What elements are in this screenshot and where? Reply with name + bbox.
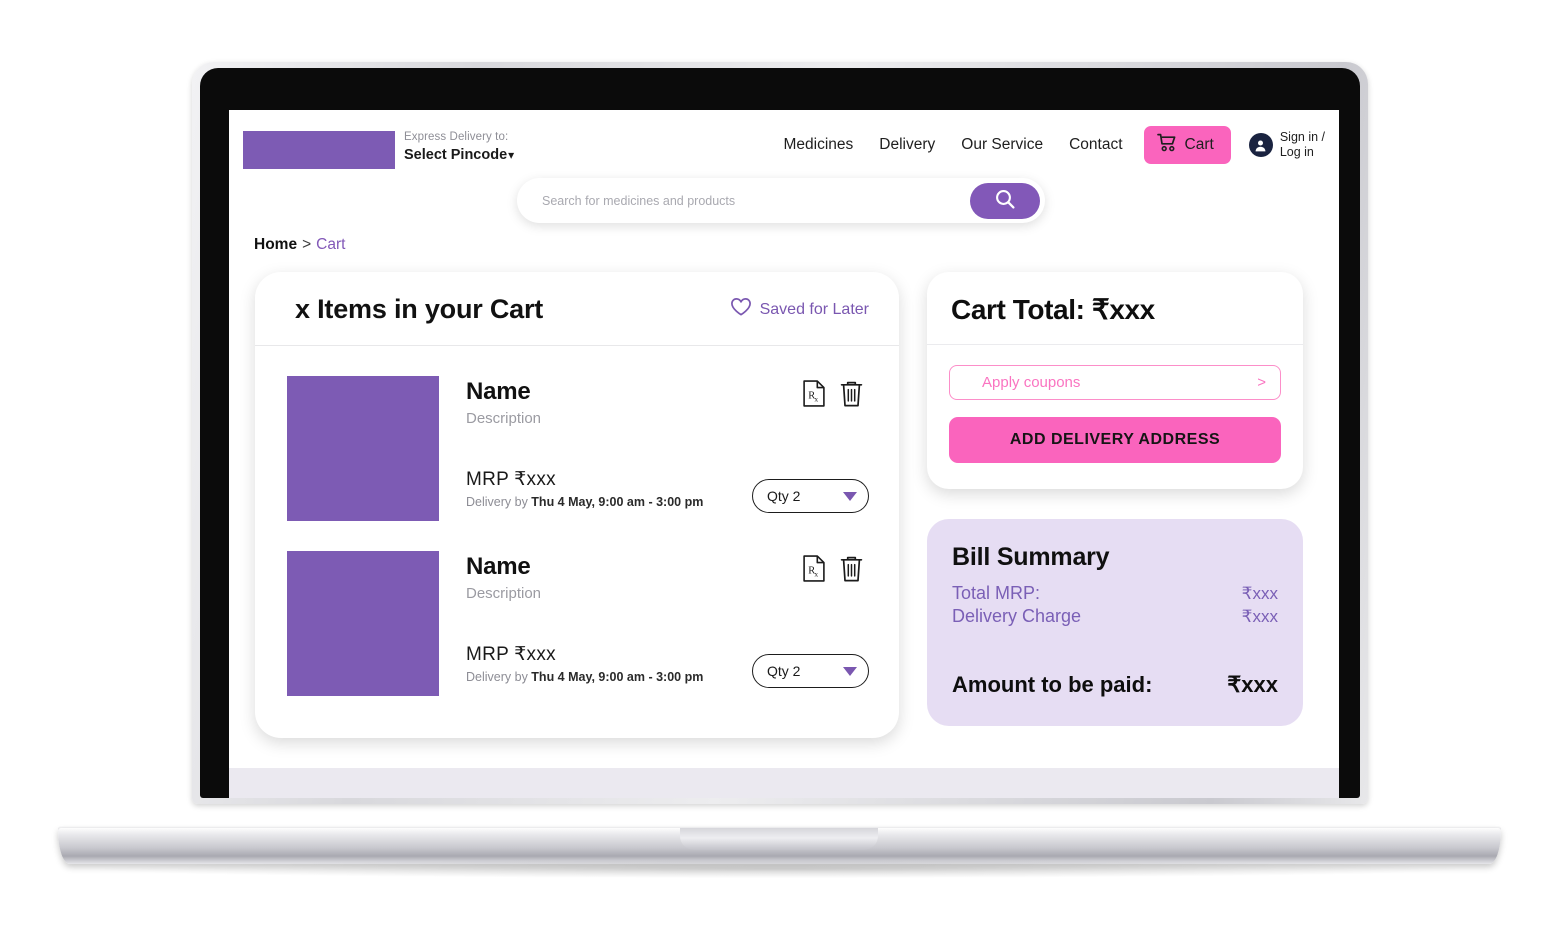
cart-item-price-block: MRP ₹xxx Delivery by Thu 4 May, 9:00 am -… [466, 468, 703, 509]
cart-items-card: x Items in your Cart Saved for Later Nam… [255, 272, 899, 738]
search-submit-button[interactable] [970, 182, 1040, 219]
product-thumbnail[interactable] [287, 551, 439, 696]
product-mrp: MRP ₹xxx [466, 468, 703, 491]
product-thumbnail[interactable] [287, 376, 439, 521]
delivery-prefix: Delivery by [466, 670, 532, 684]
cart-button[interactable]: Cart [1143, 126, 1231, 164]
nav-item-contact[interactable]: Contact [1056, 136, 1135, 154]
prescription-rx-icon[interactable]: R x [803, 380, 825, 412]
page-footer-strip [229, 768, 1339, 798]
cart-total-body: Apply coupons > ADD DELIVERY ADDRESS [927, 345, 1303, 489]
quantity-value: Qty 2 [767, 663, 801, 679]
nav-item-delivery[interactable]: Delivery [866, 136, 948, 154]
delivery-date: Thu 4 May, 9:00 am - 3:00 pm [531, 495, 704, 509]
sign-in-line-2: Log in [1279, 145, 1314, 159]
cart-button-label: Cart [1184, 136, 1214, 153]
bill-row-amount: ₹xxx [1241, 607, 1278, 626]
laptop-base-notch [680, 828, 878, 850]
chevron-down-icon [843, 666, 857, 676]
heart-icon [730, 297, 752, 322]
nav-item-medicines[interactable]: Medicines [771, 136, 867, 154]
cart-total-card: Cart Total: ₹xxx Apply coupons > ADD DEL… [927, 272, 1303, 489]
cart-card-bottom-padding [255, 696, 899, 738]
breadcrumb-separator: > [302, 236, 312, 253]
bill-row: Total MRP: ₹xxx [952, 583, 1278, 604]
cart-item-actions: R x [803, 555, 863, 587]
apply-coupons-field[interactable]: Apply coupons > [949, 365, 1281, 400]
delivery-date: Thu 4 May, 9:00 am - 3:00 pm [531, 670, 704, 684]
cart-item-row: Name Description R x MRP ₹xxx Delivery b… [255, 346, 899, 521]
cart-item-details: Name Description R x MRP ₹xxx Delivery b… [439, 551, 869, 696]
product-description: Description [466, 410, 542, 427]
bill-total-row: Amount to be paid: ₹xxx [952, 672, 1278, 698]
bill-row-label: Total MRP: [952, 583, 1041, 603]
cart-item-details: Name Description R x MRP ₹xxx Delivery b… [439, 376, 869, 521]
search-bar [517, 178, 1045, 223]
delete-trash-icon[interactable] [840, 380, 863, 412]
delete-trash-icon[interactable] [840, 555, 863, 587]
cart-card-header: x Items in your Cart Saved for Later [255, 272, 899, 346]
breadcrumb-home[interactable]: Home [254, 236, 297, 253]
express-delivery-label: Express Delivery to: [404, 131, 509, 143]
quantity-dropdown[interactable]: Qty 2 [752, 479, 869, 513]
saved-for-later-button[interactable]: Saved for Later [730, 297, 869, 322]
cart-title: x Items in your Cart [295, 294, 544, 324]
mrp-label: MRP [466, 644, 510, 665]
main-nav: Medicines Delivery Our Service Contact C… [771, 126, 1325, 164]
laptop-mockup: Express Delivery to: Select Pincode▾ Med… [0, 0, 1557, 944]
bill-row: Delivery Charge ₹xxx [952, 606, 1278, 627]
sign-in-line-1: Sign in / [1279, 130, 1325, 145]
svg-text:x: x [814, 395, 818, 404]
breadcrumb-cart[interactable]: Cart [316, 236, 345, 253]
cart-total-header: Cart Total: ₹xxx [927, 272, 1303, 345]
search-input[interactable] [517, 192, 970, 209]
cart-total-title: Cart Total: ₹xxx [951, 294, 1155, 325]
bill-row-amount: ₹xxx [1241, 584, 1278, 603]
chevron-down-icon [843, 491, 857, 501]
pincode-selector[interactable]: Select Pincode▾ [404, 146, 514, 164]
sign-in-button[interactable]: Sign in / Log in [1248, 130, 1325, 160]
search-icon [994, 188, 1016, 213]
apply-coupons-label: Apply coupons [982, 374, 1081, 391]
bill-total-amount: ₹xxx [1227, 672, 1278, 697]
add-delivery-address-button[interactable]: ADD DELIVERY ADDRESS [949, 417, 1281, 463]
delivery-estimate: Delivery by Thu 4 May, 9:00 am - 3:00 pm [466, 495, 703, 509]
brand-logo[interactable] [243, 131, 395, 169]
mrp-value: ₹xxx [514, 644, 556, 665]
bill-summary-title: Bill Summary [952, 543, 1110, 571]
express-delivery-selector[interactable]: Express Delivery to: Select Pincode▾ [404, 130, 514, 165]
delivery-estimate: Delivery by Thu 4 May, 9:00 am - 3:00 pm [466, 670, 703, 684]
pincode-value: Select Pincode [404, 147, 508, 164]
bill-row-label: Delivery Charge [952, 606, 1082, 626]
bill-total-label: Amount to be paid: [952, 672, 1153, 697]
product-description: Description [466, 585, 542, 602]
site-header: Express Delivery to: Select Pincode▾ Med… [229, 110, 1339, 188]
mrp-value: ₹xxx [514, 469, 556, 490]
product-mrp: MRP ₹xxx [466, 643, 703, 666]
prescription-rx-icon[interactable]: R x [803, 555, 825, 587]
bill-summary-card: Bill Summary Total MRP: ₹xxx Delivery Ch… [927, 519, 1303, 726]
cart-icon [1156, 133, 1178, 157]
cart-item-price-block: MRP ₹xxx Delivery by Thu 4 May, 9:00 am -… [466, 643, 703, 684]
cart-item-row: Name Description R x MRP ₹xxx Delivery b… [255, 521, 899, 696]
svg-text:x: x [814, 570, 818, 579]
chevron-down-icon: ▾ [508, 148, 515, 163]
breadcrumb: Home > Cart [254, 236, 345, 254]
sign-in-label: Sign in / Log in [1280, 130, 1325, 160]
delivery-prefix: Delivery by [466, 495, 532, 509]
chevron-right-icon: > [1257, 374, 1266, 391]
user-account-icon [1248, 133, 1273, 157]
saved-for-later-label: Saved for Later [759, 300, 869, 318]
mrp-label: MRP [466, 469, 510, 490]
nav-item-our-service[interactable]: Our Service [948, 136, 1056, 154]
laptop-shadow [90, 860, 1470, 878]
cart-item-actions: R x [803, 380, 863, 412]
quantity-value: Qty 2 [767, 488, 801, 504]
quantity-dropdown[interactable]: Qty 2 [752, 654, 869, 688]
browser-screen: Express Delivery to: Select Pincode▾ Med… [229, 110, 1339, 798]
order-summary-column: Cart Total: ₹xxx Apply coupons > ADD DEL… [927, 272, 1303, 726]
